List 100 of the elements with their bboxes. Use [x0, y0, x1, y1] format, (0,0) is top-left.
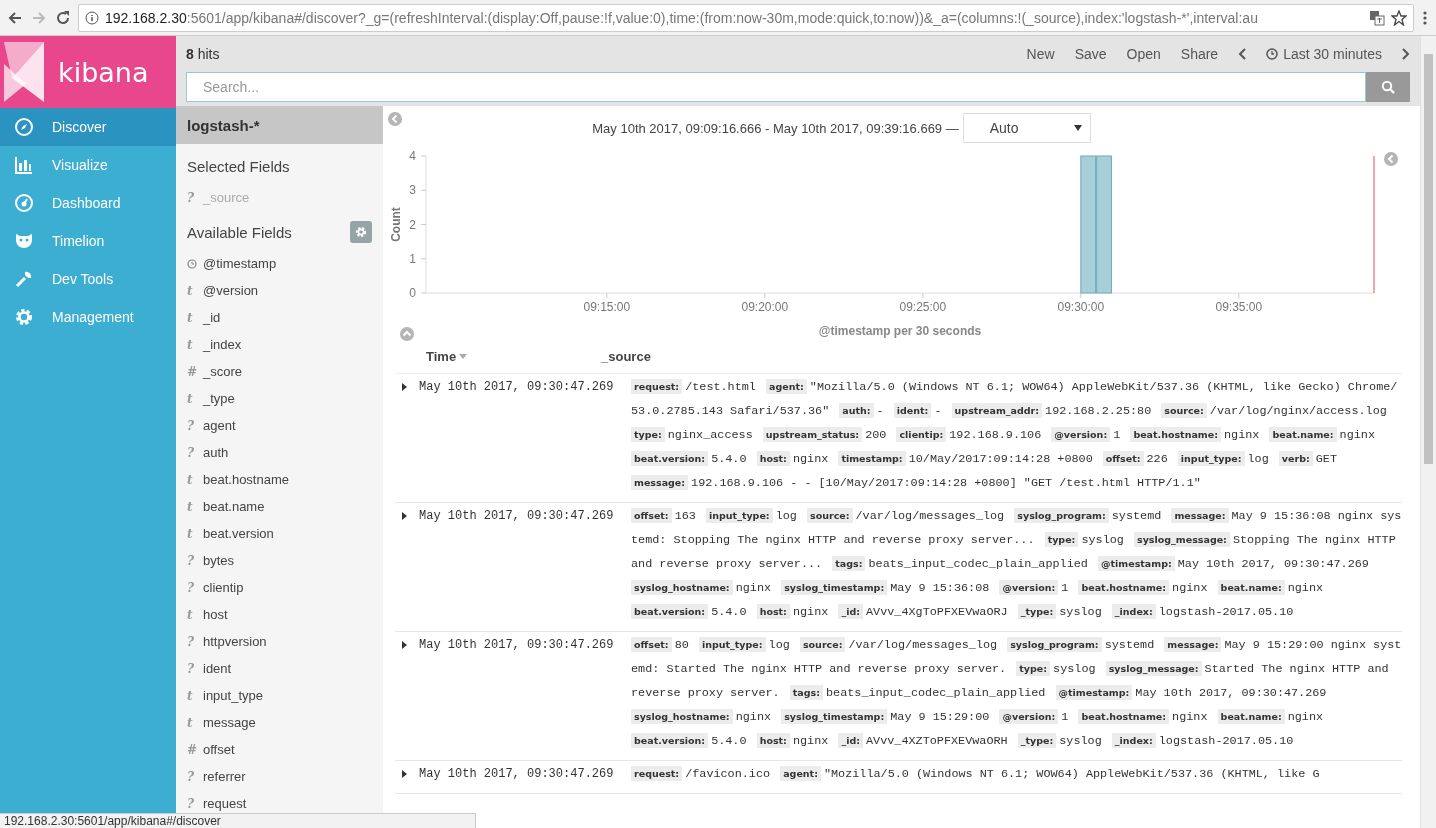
field-type-icon: ? [187, 661, 197, 676]
x-tick-label: 09:20:00 [741, 300, 789, 314]
field-type-icon: ? [187, 580, 197, 595]
star-icon[interactable] [1391, 9, 1407, 26]
y-tick-label: 3 [409, 183, 417, 198]
field-item[interactable]: # offset [176, 736, 383, 763]
document-source: request: /test.html agent: "Mozilla/5.0 (Windows NT 6.1; WOW64) AppleWebKit/537.36 (KHTML, like Gecko) Chrome/53.0.2785.143 Safari/537.36" auth: - ident: - upstream_addr: 192.168.2.25:80 source: /var/log/nginx/access.log type: nginx_access upstream_status: 200 clientip: 192.168.9.106 @version: 1 beat.hostname: nginx beat.name: nginx beat.version: 5.4.0 host: nginx timestamp: 10/May/2017:09:14:28 +0800 offset: 226 input_type: log verb: GET message: 192.168.9.106 - - [10/May/2017:09:14:28 +0800] "GET /test.html HTTP/1.1" [631, 378, 1399, 492]
timestamp-cell: May 10th 2017, 09:30:47.269 [419, 508, 614, 523]
toolbar-link[interactable]: New [1026, 46, 1055, 62]
field-type-icon: t [187, 607, 197, 622]
field-item[interactable]: ? agent [176, 412, 383, 439]
timestamp-cell: May 10th 2017, 09:30:47.269 [419, 637, 614, 652]
translate-icon[interactable] [1369, 9, 1385, 26]
expand-caret-icon[interactable] [402, 769, 407, 778]
url-path: :5601/app/kibana#/discover?_g=(refreshInterval:(display:Off,pause:!f,value:0),time:(from:now-30m,mode:quick,to:now))&_a=(columns:!(_source),index:'logstash-*',interval:au [186, 9, 1258, 26]
x-tick-label: 09:15:00 [583, 300, 631, 314]
gear-icon [14, 307, 34, 327]
field-item[interactable]: t input_type [176, 682, 383, 709]
y-tick-label: 4 [409, 149, 417, 163]
document-source: offset: 163 input_type: log source: /var/log/messages_log syslog_program: systemd message: May 9 15:36:08 nginx systemd: Stopping The nginx HTTP and reverse proxy server... type: syslog syslog_message: Stopping The nginx HTTP and reverse proxy server... tags: beats_input_codec_plain_applied @timestamp: May 10th 2017, 09:30:47.269 syslog_hostname: nginx syslog_timestamp: May 9 15:36:08 @version: 1 beat.hostname: nginx beat.name: nginx beat.version: 5.4.0 host: nginx _id: AVvv_4XgToPFXEVwaORJ _type: syslog _index: logstash-2017.05.10 [631, 507, 1402, 621]
column-header[interactable]: Time [426, 348, 457, 364]
y-tick-label: 0 [409, 286, 417, 300]
wrench-icon [14, 269, 34, 289]
y-axis: 0 1 2 3 4 [409, 149, 427, 300]
section-heading: Available Fields [187, 223, 292, 241]
field-item[interactable]: ? httpversion [176, 628, 383, 655]
field-type-icon: t [187, 391, 197, 406]
column-header[interactable]: _source [601, 348, 651, 364]
field-item[interactable]: ? referrer [176, 763, 383, 790]
field-item[interactable]: t beat.name [176, 493, 383, 520]
compass-icon [14, 117, 34, 137]
field-item[interactable]: t host [176, 601, 383, 628]
field-type-icon: ? [187, 418, 197, 433]
field-type-icon: ? [187, 769, 197, 784]
axis-title: @timestamp per 30 seconds [818, 324, 982, 338]
status-bar: 192.168.2.30:5601/app/kibana#/discover [0, 813, 476, 828]
field-item[interactable]: t _type [176, 385, 383, 412]
field-item[interactable]: ? bytes [176, 547, 383, 574]
expand-caret-icon[interactable] [402, 511, 407, 520]
gear-icon [355, 226, 367, 238]
x-tick-label: 09:25:00 [899, 300, 947, 314]
field-type-icon: # [187, 742, 197, 757]
time-range-label: May 10th 2017, 09:09:16.666 - May 10th 2017, 09:39:16.669 — [592, 120, 959, 136]
info-icon[interactable] [85, 10, 99, 25]
field-type-icon: ? [187, 445, 197, 460]
hits-count: 8 hits [186, 46, 220, 62]
dropdown-arrow-icon [1073, 125, 1082, 131]
clock-icon [1266, 48, 1279, 60]
field-type-icon: t [187, 472, 197, 487]
field-item[interactable]: t beat.version [176, 520, 383, 547]
x-tick-label: 09:30:00 [1057, 300, 1105, 314]
interval-dropdown[interactable]: Auto [962, 113, 1091, 143]
logo-icon [4, 42, 44, 102]
chevron-right-icon[interactable] [1402, 48, 1410, 60]
field-type-icon: ? [187, 634, 197, 649]
field-item[interactable]: ? ident [176, 655, 383, 682]
logo-text: kibana [58, 56, 149, 88]
field-item[interactable]: ? clientip [176, 574, 383, 601]
field-type-icon: t [187, 499, 197, 514]
field-item[interactable]: t _id [176, 304, 383, 331]
field-item[interactable]: ? auth [176, 439, 383, 466]
field-type-icon: t [187, 526, 197, 541]
mask-icon [14, 231, 34, 251]
index-pattern-title[interactable]: logstash-* [176, 106, 383, 144]
timestamp-cell: May 10th 2017, 09:30:47.269 [419, 379, 614, 394]
field-item[interactable]: t beat.hostname [176, 466, 383, 493]
toolbar-link[interactable]: Save [1074, 46, 1107, 62]
y-tick-label: 1 [409, 251, 417, 266]
search-button[interactable] [1366, 72, 1410, 102]
field-item[interactable]: t @version [176, 277, 383, 304]
field-type-icon: t [187, 688, 197, 703]
field-item[interactable]: @timestamp [176, 250, 383, 277]
toolbar-link[interactable]: Share [1180, 46, 1219, 62]
toolbar-link[interactable]: Open [1126, 46, 1161, 62]
field-item[interactable]: t _index [176, 331, 383, 358]
x-tick-label: 09:35:00 [1215, 300, 1263, 314]
bar-chart-icon [14, 155, 34, 175]
address-bar[interactable]: 192.168.2.30:5601/app/kibana#/discover?_g=(refreshInterval:(display:Off,pause:!f,value:0),time:(from:now-30m,mode:quick,to:now))&_a=(columns:!(_source),index:'logstash-*',interval:au [78, 3, 1414, 32]
time-picker-link[interactable]: Last 30 minutes [1266, 46, 1382, 62]
chevron-left-icon[interactable] [1238, 48, 1247, 60]
field-type-icon: # [187, 364, 197, 379]
field-type-icon: t [187, 337, 197, 352]
field-item[interactable]: t message [176, 709, 383, 736]
y-tick-label: 2 [409, 217, 417, 232]
field-type-icon: t [187, 310, 197, 325]
expand-caret-icon[interactable] [402, 640, 407, 649]
axis-title: Count [389, 207, 403, 242]
scrollbar-thumb[interactable] [1424, 54, 1433, 464]
search-field[interactable]: Search... [186, 72, 1366, 102]
field-type-icon: ? [187, 796, 197, 811]
field-type-icon: t [187, 283, 197, 298]
search-icon [1381, 80, 1395, 94]
section-heading: Selected Fields [187, 157, 290, 175]
settings-button[interactable] [350, 221, 372, 243]
field-item[interactable]: # _score [176, 358, 383, 385]
reload-icon[interactable] [54, 8, 72, 27]
url-host: 192.168.2.30 [105, 9, 187, 26]
expand-caret-icon[interactable] [402, 382, 407, 391]
field-type-icon: ? [187, 553, 197, 568]
clock-icon [187, 258, 197, 269]
